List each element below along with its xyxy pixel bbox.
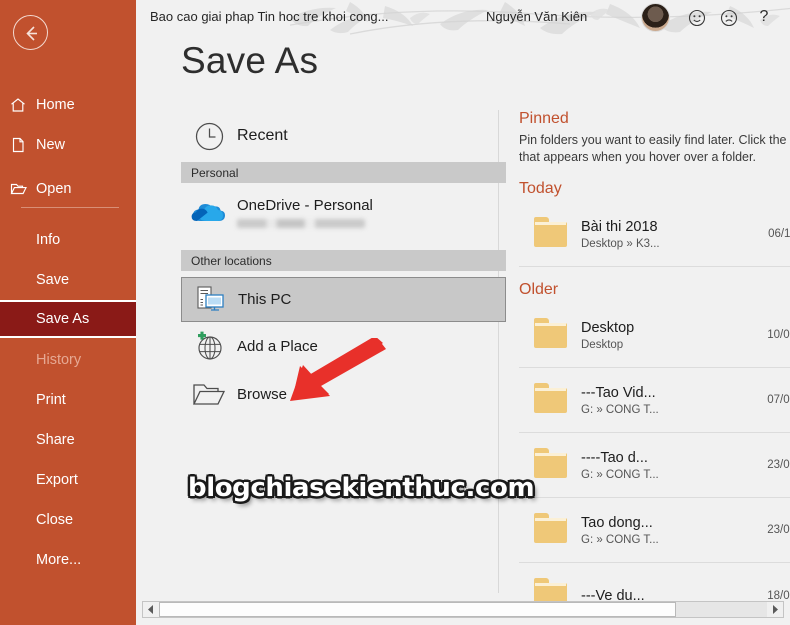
section-header-other-locations: Other locations [181,250,506,271]
sidebar-item-label: More... [36,552,82,568]
sidebar-item-share[interactable]: Share [0,423,136,457]
place-this-pc[interactable]: This PC [181,277,506,322]
sidebar-item-label: Export [36,472,78,488]
folder-date: 18/01 [767,589,790,602]
folder-icon [519,317,581,348]
folder-date: 23/01 [767,524,790,536]
folder-icon [519,216,581,247]
folder-icon [519,512,581,543]
place-recent[interactable]: Recent [181,110,506,162]
folder-name: Bài thi 2018 [581,218,658,235]
page-title: Save As [181,40,319,81]
folder-path: Desktop » K3... [581,237,660,250]
pinned-description: Pin folders you want to easily find late… [519,132,790,166]
sidebar-item-label: Info [36,232,61,248]
folder-path: G: » CONG T... [581,533,659,546]
folder-path: Desktop [581,338,624,351]
sidebar-item-label: Save [36,272,70,288]
list-item[interactable]: Desktop Desktop 10/09 [519,303,790,368]
clock-icon [181,120,237,153]
recent-folders-panel: Pinned Pin folders you want to easily fi… [519,110,790,625]
list-item[interactable]: ---Tao Vid... G: » CONG T... 07/03 [519,368,790,433]
folder-icon [519,447,581,478]
sidebar-item-print[interactable]: Print [0,383,136,417]
folder-icon [519,382,581,413]
folder-name: ----Tao d... [581,449,648,466]
help-icon[interactable]: ? [754,7,774,27]
pinned-description-line1: Pin folders you want to easily find late… [519,133,787,147]
folder-open-icon [181,379,237,409]
horizontal-scrollbar[interactable] [142,601,784,618]
scroll-left-icon[interactable] [143,602,159,617]
feedback-smile-icon[interactable] [687,8,707,28]
sidebar-item-label: Save As [36,311,90,327]
folder-date: 07/03 [767,394,790,406]
pinned-description-line2: that appears when you hover over a folde… [519,150,756,164]
folder-path: G: » CONG T... [581,468,659,481]
sidebar-item-info[interactable]: Info [0,223,136,257]
folder-date: 23/01 [767,459,790,471]
places-list: Recent Personal OneDrive - Personal Othe… [181,110,506,418]
nav-divider [21,207,119,208]
place-label: Add a Place [237,337,318,355]
place-label: OneDrive - Personal [237,196,373,214]
sidebar-item-more[interactable]: More... [0,543,136,577]
list-item[interactable]: Tao dong... G: » CONG T... 23/01 [519,498,790,563]
list-item[interactable]: ----Tao d... G: » CONG T... 23/01 [519,433,790,498]
folder-name: Tao dong... [581,514,653,531]
sidebar-item-history: History [0,343,136,377]
folder-name: ---Tao Vid... [581,384,656,401]
folder-name: Desktop [581,319,635,336]
sidebar-item-open[interactable]: Open [0,172,136,206]
avatar[interactable] [641,3,670,32]
section-header-personal: Personal [181,162,506,183]
sidebar-item-label: New [36,137,66,153]
backstage-nav: Home New Open Info Save Save As History … [0,0,136,625]
place-label: Browse [237,385,288,403]
place-label: Recent [237,127,288,144]
account-name: Nguyễn Văn Kiên [486,9,588,24]
onedrive-account-blurred [237,218,365,228]
folder-path: G: » CONG T... [581,403,659,416]
back-arrow-icon[interactable] [13,15,48,50]
group-title-older: Older [519,281,559,298]
sidebar-item-save[interactable]: Save [0,263,136,297]
onedrive-icon [181,199,237,225]
feedback-frown-icon[interactable] [719,8,739,28]
sidebar-item-new[interactable]: New [0,128,136,162]
minimize-icon[interactable] [786,8,790,28]
sidebar-item-label: Share [36,432,75,448]
document-title: Bao cao giai phap Tin hoc tre khoi cong.… [150,9,389,24]
folder-date: 10/09 [767,329,790,341]
place-browse[interactable]: Browse [181,370,506,418]
sidebar-item-export[interactable]: Export [0,463,136,497]
sidebar-item-label: Print [36,392,66,408]
sidebar-item-close[interactable]: Close [0,503,136,537]
home-icon [0,96,36,114]
new-icon [0,136,36,154]
scrollbar-track[interactable] [159,602,767,617]
group-title-today: Today [519,180,562,197]
sidebar-item-label: Close [36,512,74,528]
scrollbar-thumb[interactable] [159,602,676,617]
place-onedrive[interactable]: OneDrive - Personal [181,183,506,241]
list-item[interactable]: Bài thi 2018 Desktop » K3... 06/11 [519,202,790,267]
sidebar-item-label: History [36,352,82,368]
sidebar-item-label: Home [36,97,75,113]
place-label: This PC [238,291,292,308]
this-pc-icon [182,284,238,316]
backstage-window: Bao cao giai phap Tin hoc tre khoi cong.… [136,0,790,625]
folder-date: 06/11 [768,228,790,240]
open-icon [0,180,36,198]
sidebar-item-save-as[interactable]: Save As [0,300,136,338]
scroll-right-icon[interactable] [767,602,783,617]
pinned-title: Pinned [519,110,569,127]
title-bar: Bao cao giai phap Tin hoc tre khoi cong.… [136,0,790,36]
app-window: Home New Open Info Save Save As History … [0,0,790,625]
place-add-a-place[interactable]: Add a Place [181,322,506,370]
add-place-globe-icon [181,330,237,362]
sidebar-item-label: Open [36,181,72,197]
sidebar-item-home[interactable]: Home [0,88,136,122]
